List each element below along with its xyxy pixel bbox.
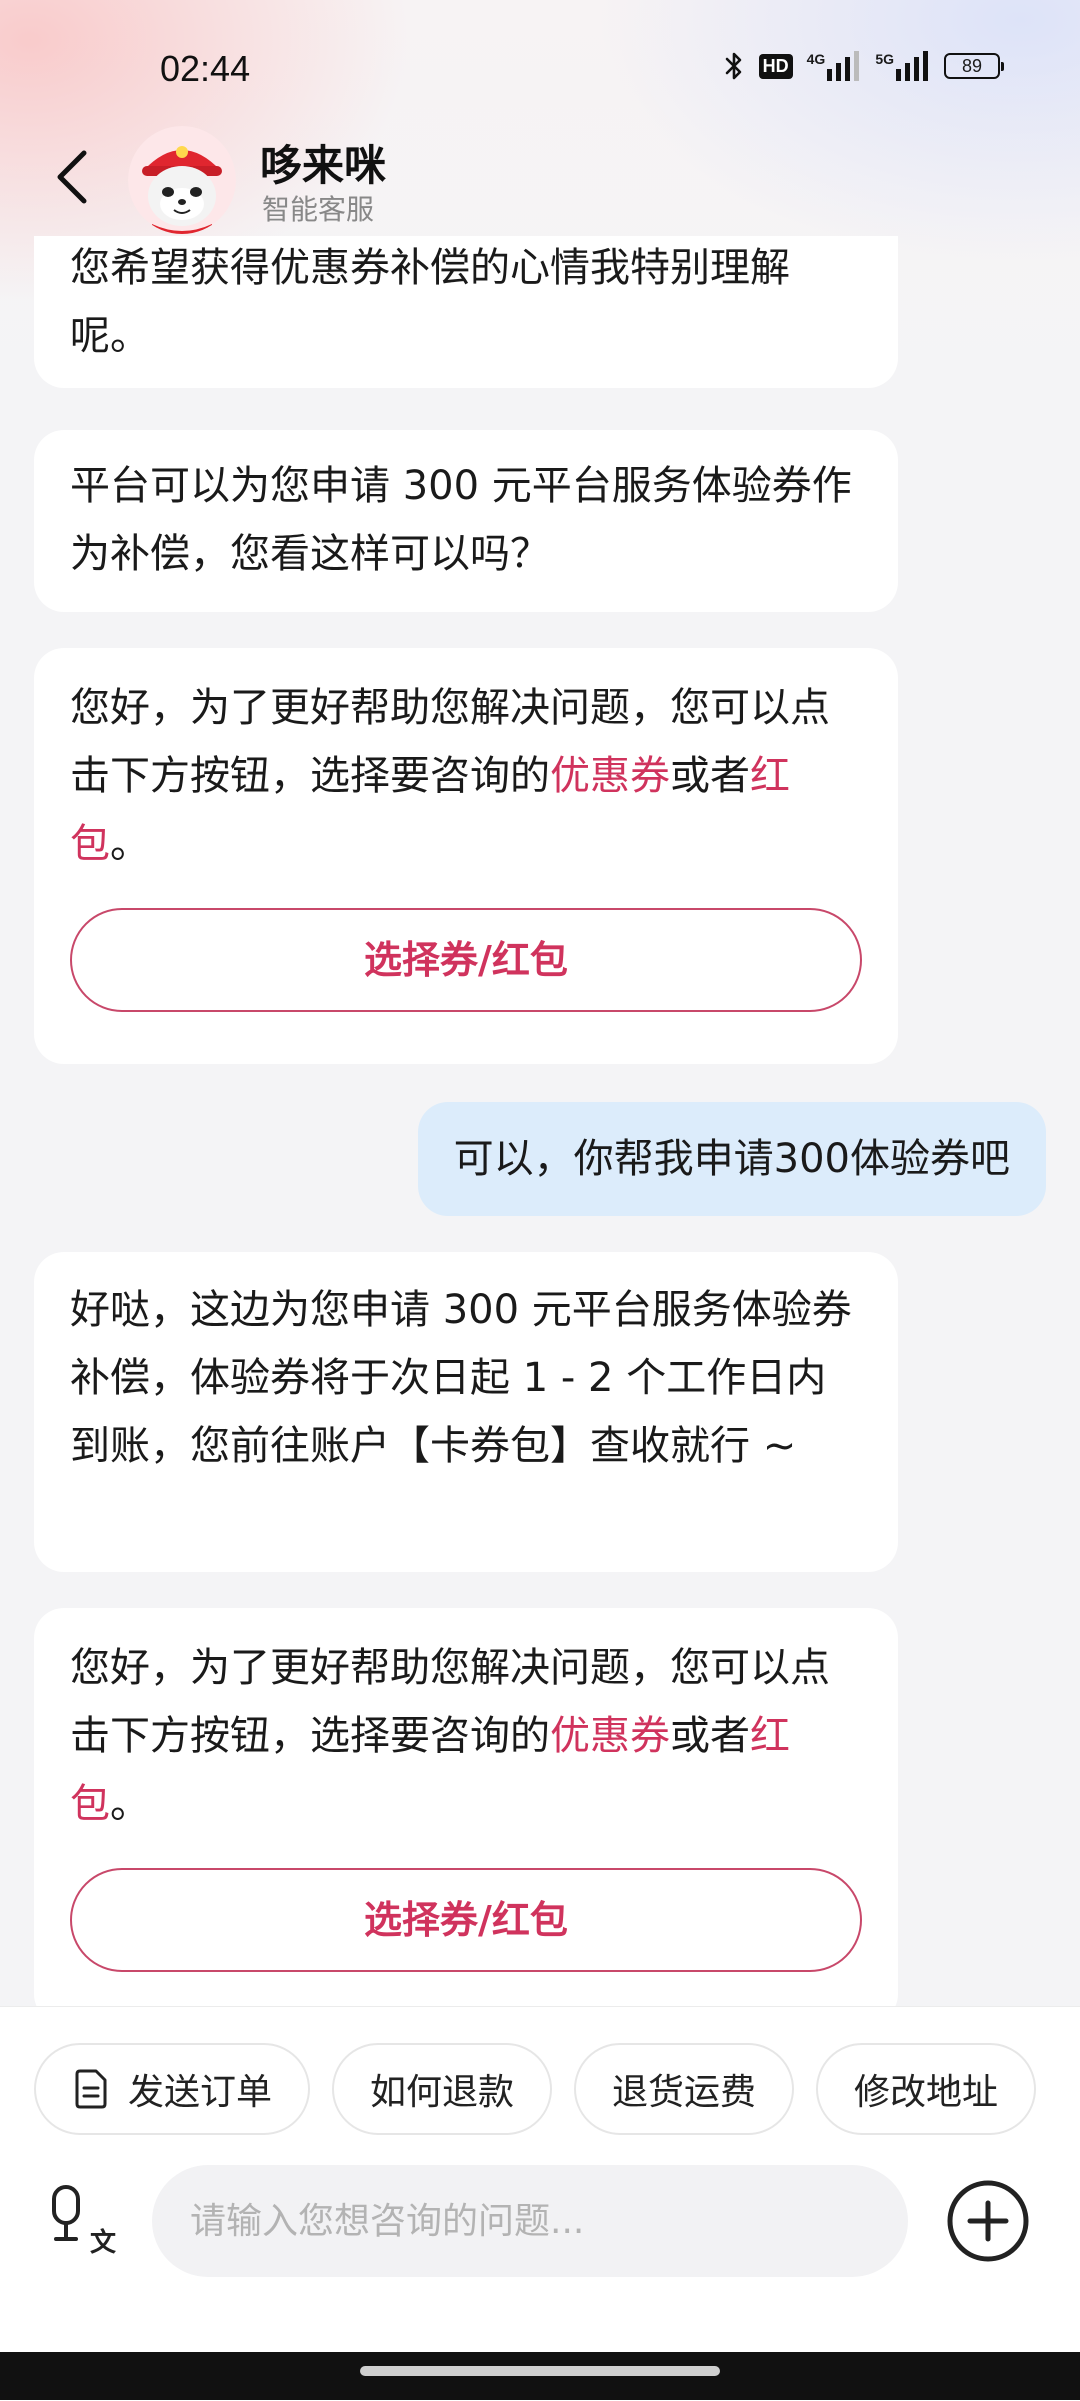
quick-action-label: 发送订单 bbox=[128, 2072, 273, 2113]
message-text: 您好，为了更好帮助您解决问题，您可以点击下方按钮，选择要咨询的优惠券或者红包。 bbox=[70, 1645, 830, 1827]
hd-voice-icon: HD bbox=[758, 53, 793, 79]
bot-message: 平台可以为您申请 300 元平台服务体验券作为补偿，您看这样可以吗？ bbox=[34, 430, 898, 612]
quick-action-return-shipping[interactable]: 退货运费 bbox=[574, 2043, 795, 2135]
agent-subtitle: 智能客服 bbox=[262, 193, 375, 226]
message-text: 您好，为了更好帮助您解决问题，您可以点击下方按钮，选择要咨询的优惠券或者红包。 bbox=[70, 685, 830, 867]
quick-action-label: 修改地址 bbox=[854, 2072, 999, 2113]
bot-message: 您好，为了更好帮助您解决问题，您可以点击下方按钮，选择要咨询的优惠券或者红包。 … bbox=[34, 648, 898, 1064]
chat-header: 哆来咪 智能客服 bbox=[0, 118, 1080, 238]
composer-area: 发送订单 如何退款 退货运费 修改地址 文 bbox=[0, 2006, 1080, 2401]
quick-action-change-address[interactable]: 修改地址 bbox=[816, 2043, 1037, 2135]
quick-action-bar[interactable]: 发送订单 如何退款 退货运费 修改地址 bbox=[34, 2043, 1037, 2135]
quick-action-label: 如何退款 bbox=[370, 2072, 515, 2113]
status-time: 02:44 bbox=[160, 48, 251, 89]
more-options-button[interactable] bbox=[944, 2177, 1032, 2265]
status-icons: HD 4G 5G 89 bbox=[723, 50, 1004, 82]
bot-message: 好哒，这边为您申请 300 元平台服务体验券补偿，体验券将于次日起 1 - 2 … bbox=[34, 1252, 898, 1572]
message-text: 可以，你帮我申请300体验券吧 bbox=[453, 1136, 1010, 1182]
chat-message-list[interactable]: 您希望获得优惠券补偿的心情我特别理解呢。 平台可以为您申请 300 元平台服务体… bbox=[0, 236, 1080, 2006]
select-coupon-button[interactable]: 选择券/红包 bbox=[70, 1868, 862, 1972]
highlight-coupon: 优惠券 bbox=[550, 1713, 670, 1759]
avatar[interactable] bbox=[128, 126, 236, 234]
voice-to-text-icon: 文 bbox=[52, 2185, 117, 2258]
status-bar: 02:44 HD 4G 5G 89 bbox=[0, 0, 1080, 110]
message-input[interactable] bbox=[152, 2165, 908, 2277]
battery-icon: 89 bbox=[944, 53, 1004, 79]
user-message: 可以，你帮我申请300体验券吧 bbox=[417, 1102, 1046, 1216]
highlight-coupon: 优惠券 bbox=[550, 753, 670, 799]
svg-text:文: 文 bbox=[90, 2227, 117, 2258]
bluetooth-icon bbox=[723, 50, 745, 82]
voice-input-button[interactable]: 文 bbox=[44, 2183, 120, 2263]
bot-message: 您好，为了更好帮助您解决问题，您可以点击下方按钮，选择要咨询的优惠券或者红包。 … bbox=[34, 1608, 898, 2006]
agent-name: 哆来咪 bbox=[260, 141, 387, 190]
signal-4g-icon: 4G bbox=[807, 51, 862, 81]
chevron-left-icon bbox=[57, 150, 87, 204]
system-navigation-bar bbox=[0, 2352, 1080, 2400]
signal-5g-icon: 5G bbox=[875, 51, 930, 81]
home-indicator[interactable] bbox=[360, 2366, 720, 2376]
input-row: 文 bbox=[0, 2159, 1080, 2279]
quick-action-label: 退货运费 bbox=[612, 2072, 757, 2113]
document-icon bbox=[72, 2068, 110, 2110]
select-coupon-button[interactable]: 选择券/红包 bbox=[70, 908, 862, 1012]
plus-circle-icon bbox=[947, 2180, 1029, 2262]
back-button[interactable] bbox=[44, 142, 100, 212]
message-text: 好哒，这边为您申请 300 元平台服务体验券补偿，体验券将于次日起 1 - 2 … bbox=[70, 1287, 852, 1469]
bot-message: 您希望获得优惠券补偿的心情我特别理解呢。 bbox=[34, 236, 898, 388]
quick-action-send-order[interactable]: 发送订单 bbox=[34, 2043, 311, 2135]
message-text: 平台可以为您申请 300 元平台服务体验券作为补偿，您看这样可以吗？ bbox=[70, 463, 852, 577]
quick-action-refund[interactable]: 如何退款 bbox=[332, 2043, 553, 2135]
message-text: 您希望获得优惠券补偿的心情我特别理解呢。 bbox=[70, 245, 790, 359]
